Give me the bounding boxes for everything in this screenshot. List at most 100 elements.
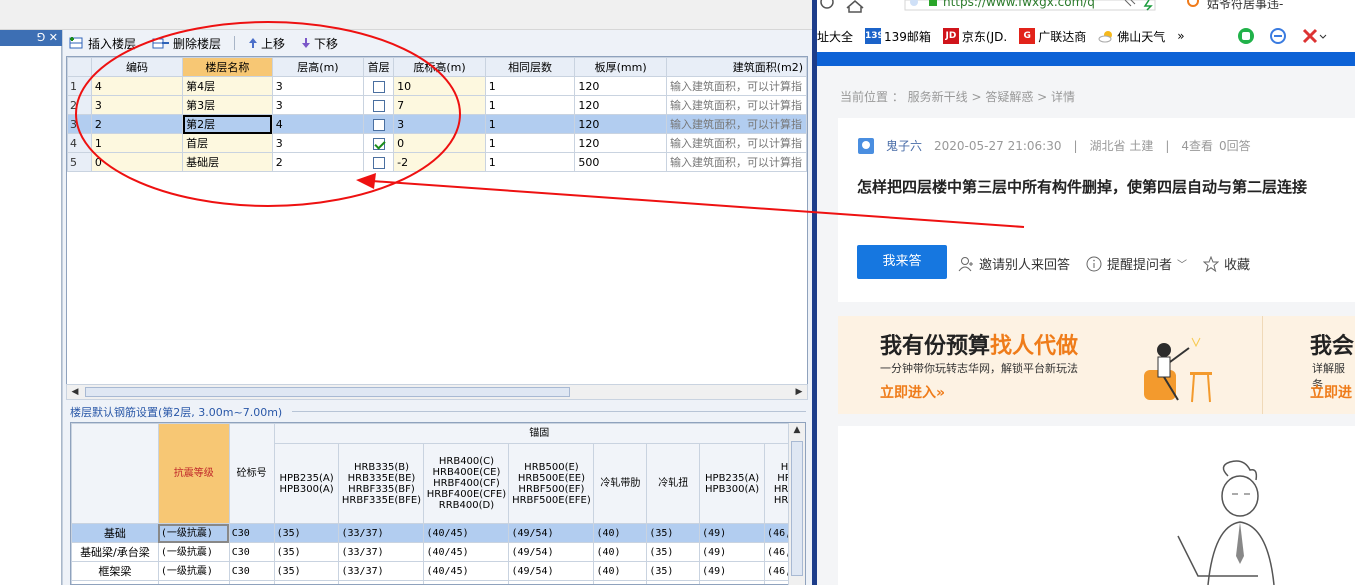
area-cell[interactable]: 输入建筑面积，可以计算指 xyxy=(665,76,808,96)
anchorage-cell[interactable]: (49/54) xyxy=(508,561,595,581)
row-number[interactable]: 3 xyxy=(67,114,92,134)
scroll-left-icon[interactable]: ◀ xyxy=(67,385,83,399)
floor-name-cell-editing[interactable]: 第2层 xyxy=(182,114,273,134)
scrollbar-thumb[interactable] xyxy=(791,441,803,576)
rebar-col-header[interactable]: HPB235(A) HPB300(A) xyxy=(699,443,766,524)
anchorage-cell[interactable]: (40) xyxy=(593,561,648,581)
area-cell[interactable]: 输入建筑面积，可以计算指 xyxy=(665,152,808,172)
anchorage-cell[interactable]: (35/39) xyxy=(423,580,510,584)
vertical-scrollbar[interactable]: ▲ xyxy=(788,423,805,585)
rebar-col-header[interactable]: 冷轧扭 xyxy=(646,443,701,524)
bookmark-foshan-weather[interactable]: 佛山天气 xyxy=(1098,28,1165,45)
promo-banner[interactable]: 我有份预算找人代做 一分钟带你玩转志华网，解锁平台新玩法 立即进入» 我会 详解… xyxy=(838,316,1355,414)
elevation-cell[interactable]: 7 xyxy=(393,95,486,115)
rebar-col-header[interactable]: 冷轧带肋 xyxy=(593,443,648,524)
height-cell[interactable]: 3 xyxy=(271,76,365,96)
remind-asker-button[interactable]: 提醒提问者 ﹀ xyxy=(1086,254,1187,273)
same-count-cell[interactable]: 1 xyxy=(484,95,576,115)
seismic-cell[interactable]: (一级抗震) xyxy=(157,542,230,562)
anchorage-cell[interactable]: (40) xyxy=(593,542,648,562)
rebar-row[interactable]: 基础梁/承台梁 (一级抗震) C30 (35) (33/37) (40/45) (49/54… xyxy=(71,542,805,562)
col-header-slab-thickness[interactable]: 板厚(mm) xyxy=(574,57,667,77)
floor-name-cell[interactable]: 基础层 xyxy=(182,152,273,172)
area-cell[interactable]: 输入建筑面积，可以计算指 xyxy=(665,133,808,153)
seismic-cell[interactable]: (一级抗震) xyxy=(157,523,230,543)
first-floor-cell[interactable] xyxy=(363,76,395,96)
thickness-cell[interactable]: 120 xyxy=(574,133,667,153)
banner-enter-link-2[interactable]: 立即进 xyxy=(1310,382,1352,402)
code-cell[interactable]: 4 xyxy=(90,76,184,96)
seismic-cell[interactable]: (一级抗震) xyxy=(157,561,230,581)
scrollbar-thumb[interactable] xyxy=(85,387,570,397)
first-floor-checkbox[interactable] xyxy=(373,156,386,169)
asker-name[interactable]: 鬼子六 xyxy=(886,137,922,154)
row-number[interactable]: 2 xyxy=(67,95,92,115)
anchorage-cell[interactable]: (35) xyxy=(593,580,648,584)
anchorage-cell[interactable]: (33/37) xyxy=(338,542,425,562)
col-header-height[interactable]: 层高(m) xyxy=(271,57,365,77)
first-floor-cell[interactable] xyxy=(363,95,395,115)
first-floor-checkbox[interactable] xyxy=(373,99,386,112)
code-cell[interactable]: 0 xyxy=(90,152,184,172)
anchorage-cell[interactable]: (30) xyxy=(273,580,340,584)
first-floor-cell[interactable] xyxy=(363,133,395,153)
same-count-cell[interactable]: 1 xyxy=(484,133,576,153)
insert-floor-button[interactable]: 插入楼层 xyxy=(66,35,139,52)
anchorage-cell[interactable]: (35) xyxy=(646,561,701,581)
elevation-cell[interactable]: -2 xyxy=(393,152,486,172)
anchorage-cell[interactable]: (40/45) xyxy=(423,542,510,562)
anchorage-cell[interactable]: (35) xyxy=(273,542,340,562)
same-count-cell[interactable]: 1 xyxy=(484,114,576,134)
first-floor-cell[interactable] xyxy=(363,114,395,134)
concrete-cell[interactable]: C30 xyxy=(228,542,275,562)
col-header-base-elevation[interactable]: 底标高(m) xyxy=(393,57,486,77)
col-header-area[interactable]: 建筑面积(m2) xyxy=(665,57,808,77)
height-cell[interactable]: 3 xyxy=(271,95,365,115)
anchorage-cell[interactable]: (43/47) xyxy=(508,580,595,584)
height-cell[interactable]: 4 xyxy=(271,114,365,134)
move-down-button[interactable]: 下移 xyxy=(298,35,341,52)
table-row[interactable]: 5 0 基础层 2 -2 1 500 输入建筑面积，可以计算指 xyxy=(67,152,808,172)
table-row[interactable]: 4 1 首层 3 0 1 120 输入建筑面积，可以计算指 xyxy=(67,133,808,153)
thickness-cell[interactable]: 120 xyxy=(574,95,667,115)
floor-name-cell[interactable]: 第3层 xyxy=(182,95,273,115)
same-count-cell[interactable]: 1 xyxy=(484,152,576,172)
rebar-col-header[interactable]: HRB400(C) HRB400E(CE) HRBF400(CF) HRBF40… xyxy=(423,443,510,524)
bookmarks-more[interactable]: » xyxy=(1177,29,1184,43)
banner-enter-link[interactable]: 立即进入» xyxy=(880,382,945,402)
breadcrumb[interactable]: 当前位置 ： 服务新干线 > 答疑解惑 > 详情 xyxy=(840,88,1075,105)
concrete-cell[interactable]: C30 xyxy=(228,523,275,543)
col-header-seismic[interactable]: 抗震等级 xyxy=(157,423,230,524)
search-box[interactable]: 姑爷符居事违- xyxy=(1207,0,1283,12)
rebar-col-header[interactable]: HPB235(A) HPB300(A) xyxy=(273,443,340,524)
first-floor-checkbox[interactable] xyxy=(373,80,386,93)
invite-answer-button[interactable]: 邀请别人来回答 xyxy=(958,254,1070,273)
scroll-right-icon[interactable]: ▶ xyxy=(791,385,807,399)
code-cell[interactable]: 3 xyxy=(90,95,184,115)
row-number[interactable]: 5 xyxy=(67,152,92,172)
anchorage-cell[interactable]: (35) xyxy=(646,580,701,584)
anchorage-cell[interactable]: (35) xyxy=(646,523,701,543)
rebar-col-header[interactable]: HRB335(B) HRB335E(BE) HRBF335(BF) HRBF33… xyxy=(338,443,425,524)
anchorage-cell[interactable]: (40/45) xyxy=(423,523,510,543)
url-text[interactable]: https://www.fwxgx.com/q xyxy=(943,0,1095,9)
floor-name-cell[interactable]: 第4层 xyxy=(182,76,273,96)
area-cell[interactable]: 输入建筑面积，可以计算指 xyxy=(665,95,808,115)
floor-name-cell[interactable]: 首层 xyxy=(182,133,273,153)
anchorage-cell[interactable]: (35) xyxy=(273,561,340,581)
move-up-button[interactable]: 上移 xyxy=(245,35,288,52)
anchorage-cell[interactable]: (35) xyxy=(646,542,701,562)
anchorage-cell[interactable]: (49) xyxy=(699,542,766,562)
anchorage-cell[interactable]: (33/37) xyxy=(338,523,425,543)
table-row-selected[interactable]: 3 2 第2层 4 3 1 120 输入建筑面积，可以计算指 xyxy=(67,114,808,134)
anchorage-cell[interactable]: (49) xyxy=(699,561,766,581)
rebar-row[interactable]: 框架梁 (一级抗震) C30 (35) (33/37) (40/45) (49/54) (40… xyxy=(71,561,805,581)
col-header-floor-name[interactable]: 楼层名称 xyxy=(182,57,273,77)
anchorage-cell[interactable]: (49/54) xyxy=(508,523,595,543)
favorite-button[interactable]: 收藏 xyxy=(1203,254,1250,273)
height-cell[interactable]: 2 xyxy=(271,152,365,172)
col-header-first-floor[interactable]: 首层 xyxy=(363,57,395,77)
bookmark-glodon[interactable]: G 广联达商 xyxy=(1019,28,1086,45)
scroll-up-icon[interactable]: ▲ xyxy=(789,423,805,437)
rebar-row-label[interactable]: 框架梁 xyxy=(71,561,159,581)
